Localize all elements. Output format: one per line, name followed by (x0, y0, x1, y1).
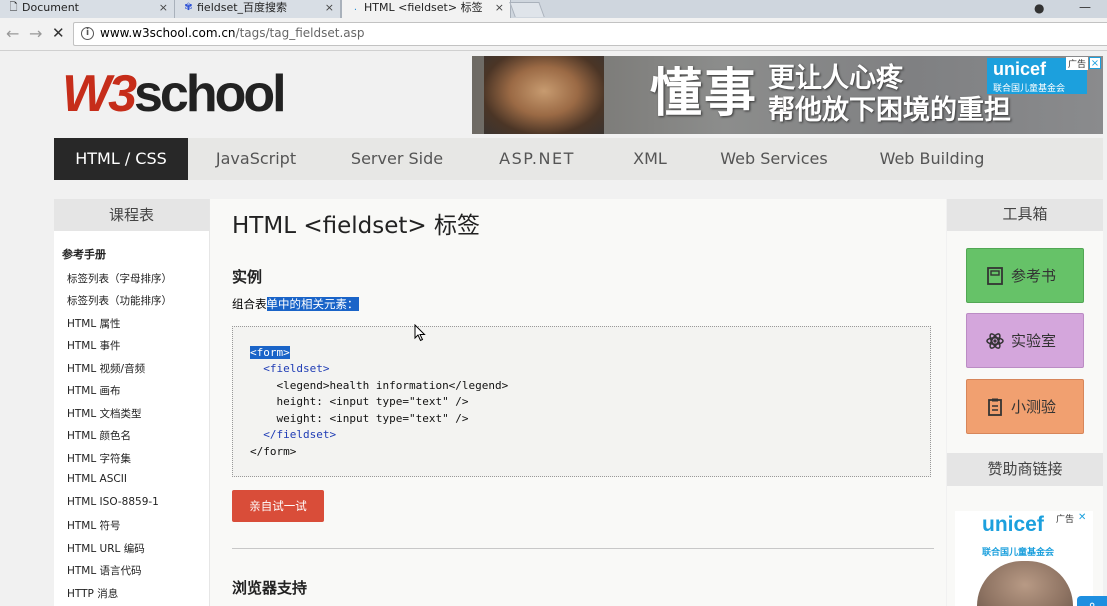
page-title: HTML <fieldset> 标签 (232, 213, 480, 239)
tab-close-icon[interactable]: × (325, 0, 334, 16)
banner-ad[interactable]: 懂事 更让人心疼 帮他放下困境的重担 unicef 联合国儿童基金会 广告 × (472, 56, 1103, 134)
tab-title: Document (22, 1, 79, 14)
sidebar-link[interactable]: 标签列表（功能排序） (67, 293, 172, 308)
sidebar-link[interactable]: HTTP 消息 (67, 586, 118, 601)
sidebar-link[interactable]: HTML 语言代码 (67, 563, 142, 578)
back-icon[interactable]: ← (6, 24, 19, 43)
sidebar-heading: 课程表 (54, 199, 209, 231)
url-text[interactable]: www.w3school.com.cn/tags/tag_fieldset.as… (100, 26, 365, 40)
nav-web-building[interactable]: Web Building (876, 138, 988, 180)
banner-headline: 懂事 (650, 64, 759, 124)
floating-share-icon[interactable]: ⚘ (1077, 596, 1107, 606)
minimize-icon[interactable]: — (1079, 0, 1091, 14)
nav-server-side[interactable]: Server Side (342, 138, 452, 180)
code-line: </fieldset> (263, 428, 337, 441)
browser-tab-bar: 🗋 Document × ✾ fieldset_百度搜索 × . HTML <f… (0, 0, 1107, 18)
web-page: W3school 懂事 更让人心疼 帮他放下困境的重担 unicef 联合国儿童… (0, 52, 1107, 606)
try-it-button[interactable]: 亲自试一试 (232, 490, 324, 522)
lab-button[interactable]: 实验室 (966, 313, 1084, 368)
tab-close-icon[interactable]: × (495, 0, 504, 16)
sidebar-section-title: 参考手册 (62, 248, 106, 261)
sidebar-link[interactable]: HTML URL 编码 (67, 541, 145, 556)
ad-photo (484, 56, 604, 134)
main-nav: HTML / CSS JavaScript Server Side ASP.NE… (54, 138, 1103, 180)
tab-close-icon[interactable]: × (159, 0, 168, 16)
divider (232, 548, 934, 549)
code-example: <form> <fieldset> <legend>health informa… (232, 326, 931, 477)
toolbox-heading: 工具箱 (947, 199, 1103, 231)
example-description: 组合表单中的相关元素： (232, 297, 359, 311)
address-bar[interactable]: i www.w3school.com.cn/tags/tag_fieldset.… (73, 22, 1107, 46)
atom-icon (986, 333, 1004, 349)
nav-web-services[interactable]: Web Services (716, 138, 832, 180)
selected-text: 单中的相关元素： (266, 297, 359, 311)
code-line: <fieldset> (263, 362, 330, 375)
mouse-cursor-icon (414, 324, 426, 342)
loading-icon: . (353, 2, 358, 13)
ad-label: 广告 (1056, 515, 1075, 525)
code-line: <form> (250, 346, 290, 359)
baidu-paw-icon: ✾ (184, 2, 193, 13)
sidebar-link[interactable]: HTML 文档类型 (67, 406, 142, 421)
site-logo[interactable]: W3school (62, 66, 287, 122)
ad-close-icon[interactable]: ✕ (1078, 512, 1086, 523)
banner-line-1: 更让人心疼 (768, 63, 903, 94)
quiz-button[interactable]: 小测验 (966, 379, 1084, 434)
info-icon[interactable]: i (81, 27, 94, 40)
tab-title: HTML <fieldset> 标签 (364, 1, 483, 14)
sidebar-link[interactable]: HTML ASCII (67, 473, 127, 485)
nav-javascript[interactable]: JavaScript (201, 138, 311, 180)
nav-aspnet[interactable]: ASP.NET (486, 138, 588, 180)
sponsor-ad[interactable]: unicef 联合国儿童基金会 广告 ✕ (955, 511, 1093, 606)
clipboard-icon (988, 398, 1002, 416)
sidebar-link[interactable]: HTML 事件 (67, 338, 121, 353)
browser-tab-document[interactable]: 🗋 Document × (0, 0, 175, 18)
right-sidebar: 工具箱 参考书 实验室 小测验 赞助商链接 unicef 联合国儿童基金会 广告… (947, 199, 1103, 606)
page-icon: 🗋 (9, 2, 18, 13)
sidebar-link[interactable]: HTML 字符集 (67, 451, 131, 466)
browser-support-heading: 浏览器支持 (232, 579, 308, 597)
ad-photo (977, 561, 1073, 606)
nav-html-css[interactable]: HTML / CSS (54, 138, 188, 180)
unicef-subtitle: 联合国儿童基金会 (982, 548, 1055, 558)
forward-icon[interactable]: → (29, 24, 42, 43)
sidebar-link[interactable]: HTML 画布 (67, 383, 121, 398)
reference-button[interactable]: 参考书 (966, 248, 1084, 303)
sidebar-link[interactable]: 标签列表（字母排序） (67, 271, 172, 286)
browser-tab-active[interactable]: . HTML <fieldset> 标签 × (341, 0, 511, 18)
tab-title: fieldset_百度搜索 (197, 1, 288, 14)
code-line: </form> (250, 445, 297, 458)
left-sidebar: 课程表 参考手册 标签列表（字母排序） 标签列表（功能排序） HTML 属性 H… (54, 199, 210, 606)
browser-toolbar: ← → ✕ i www.w3school.com.cn/tags/tag_fie… (0, 18, 1107, 51)
main-content: HTML <fieldset> 标签 实例 组合表单中的相关元素： <form>… (210, 199, 946, 606)
sidebar-link[interactable]: HTML 颜色名 (67, 428, 131, 443)
example-heading: 实例 (232, 268, 263, 286)
code-line: height: <input type="text" /> (276, 395, 469, 408)
sidebar-link[interactable]: HTML 符号 (67, 518, 121, 533)
stop-icon[interactable]: ✕ (52, 24, 65, 42)
unicef-logo: unicef (982, 513, 1044, 536)
code-line: <legend>health information</legend> (276, 379, 509, 392)
ad-close-icon[interactable]: × (1089, 57, 1101, 69)
account-icon[interactable]: ● (1034, 1, 1044, 15)
sidebar-link[interactable]: HTML 属性 (67, 316, 121, 331)
ad-label: 广告 (1066, 57, 1089, 70)
nav-xml[interactable]: XML (624, 138, 676, 180)
sidebar-link[interactable]: HTML 视频/音频 (67, 361, 145, 376)
browser-tab-baidu[interactable]: ✾ fieldset_百度搜索 × (175, 0, 341, 18)
book-icon (987, 267, 1003, 285)
code-line: weight: <input type="text" /> (276, 412, 469, 425)
new-tab-button[interactable] (509, 2, 545, 17)
sponsor-heading: 赞助商链接 (947, 453, 1103, 486)
banner-line-2: 帮他放下困境的重担 (768, 95, 1011, 126)
sidebar-link[interactable]: HTML ISO-8859-1 (67, 496, 159, 508)
